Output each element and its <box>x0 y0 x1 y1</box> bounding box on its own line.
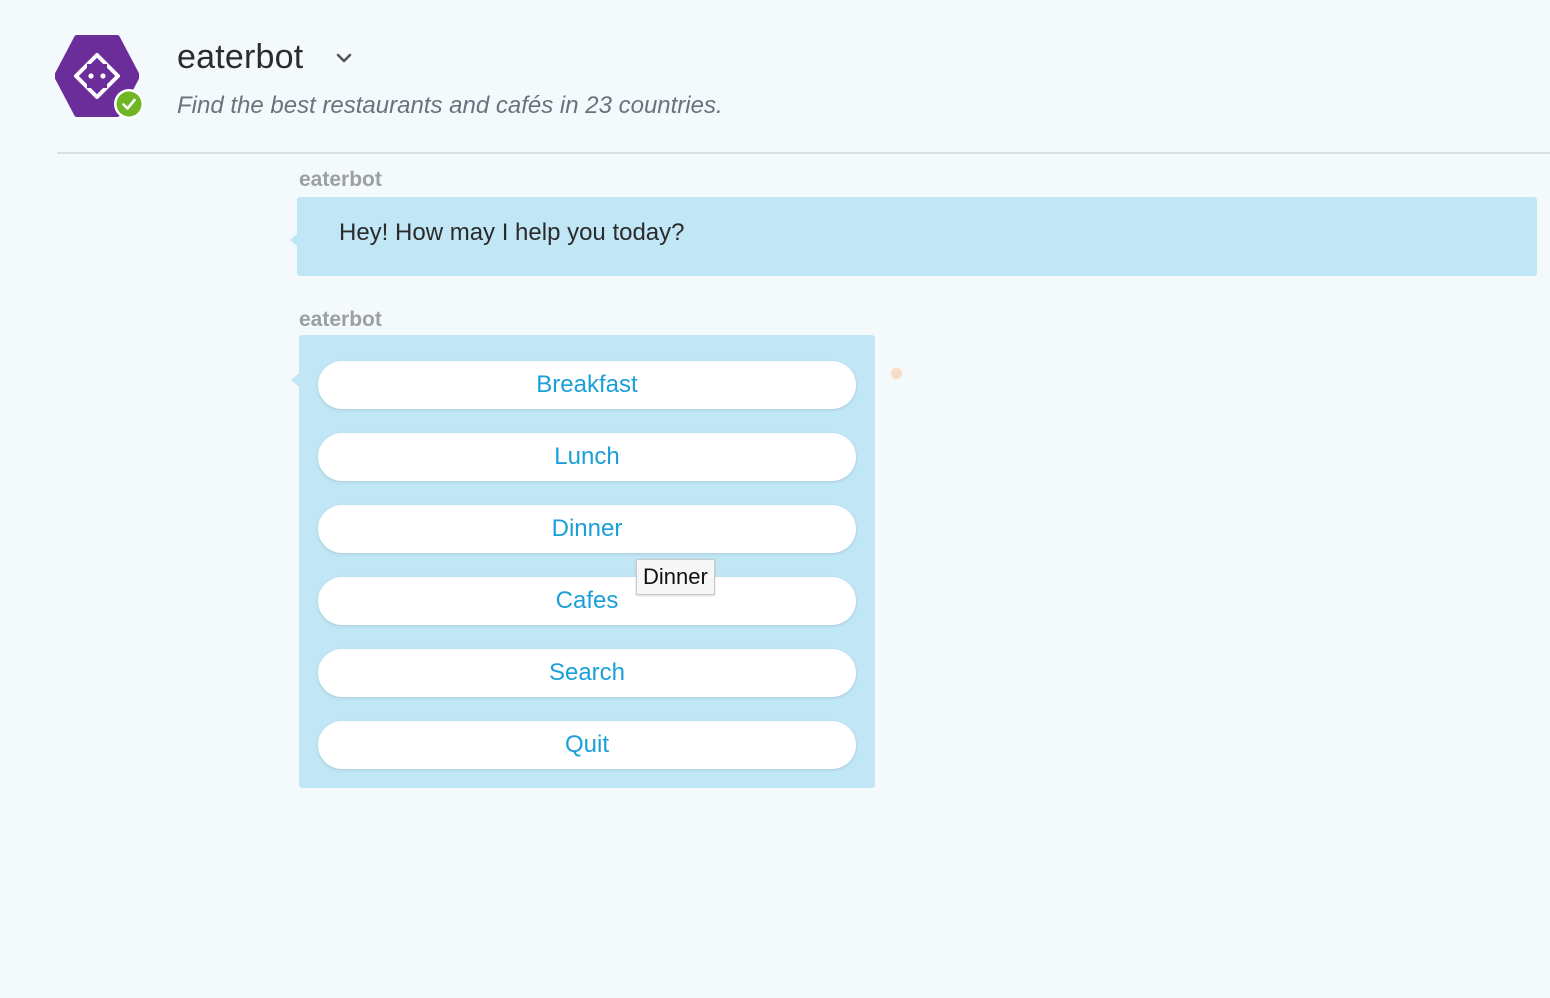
message-bubble: Hey! How may I help you today? <box>297 197 1537 276</box>
quit-button[interactable]: Quit <box>318 721 856 769</box>
bot-name[interactable]: eaterbot <box>177 38 303 77</box>
bot-description: Find the best restaurants and cafés in 2… <box>177 92 723 119</box>
message-sender: eaterbot <box>299 308 382 331</box>
dinner-button[interactable]: Dinner <box>318 505 856 553</box>
tooltip: Dinner <box>636 559 715 595</box>
verified-check-icon <box>114 89 144 119</box>
bubble-tail <box>291 373 299 387</box>
chat-header: eaterbot Find the best restaurants and c… <box>0 0 1550 154</box>
suggested-actions-card: Breakfast Lunch Dinner Cafes Search Quit <box>299 335 875 788</box>
lunch-button[interactable]: Lunch <box>318 433 856 481</box>
search-button[interactable]: Search <box>318 649 856 697</box>
breakfast-button[interactable]: Breakfast <box>318 361 856 409</box>
message-text: Hey! How may I help you today? <box>339 219 685 246</box>
message-sender: eaterbot <box>299 168 382 191</box>
typing-indicator-dot <box>891 368 902 379</box>
cafes-button[interactable]: Cafes <box>318 577 856 625</box>
header-divider <box>57 152 1550 154</box>
chevron-down-icon[interactable] <box>334 48 354 68</box>
